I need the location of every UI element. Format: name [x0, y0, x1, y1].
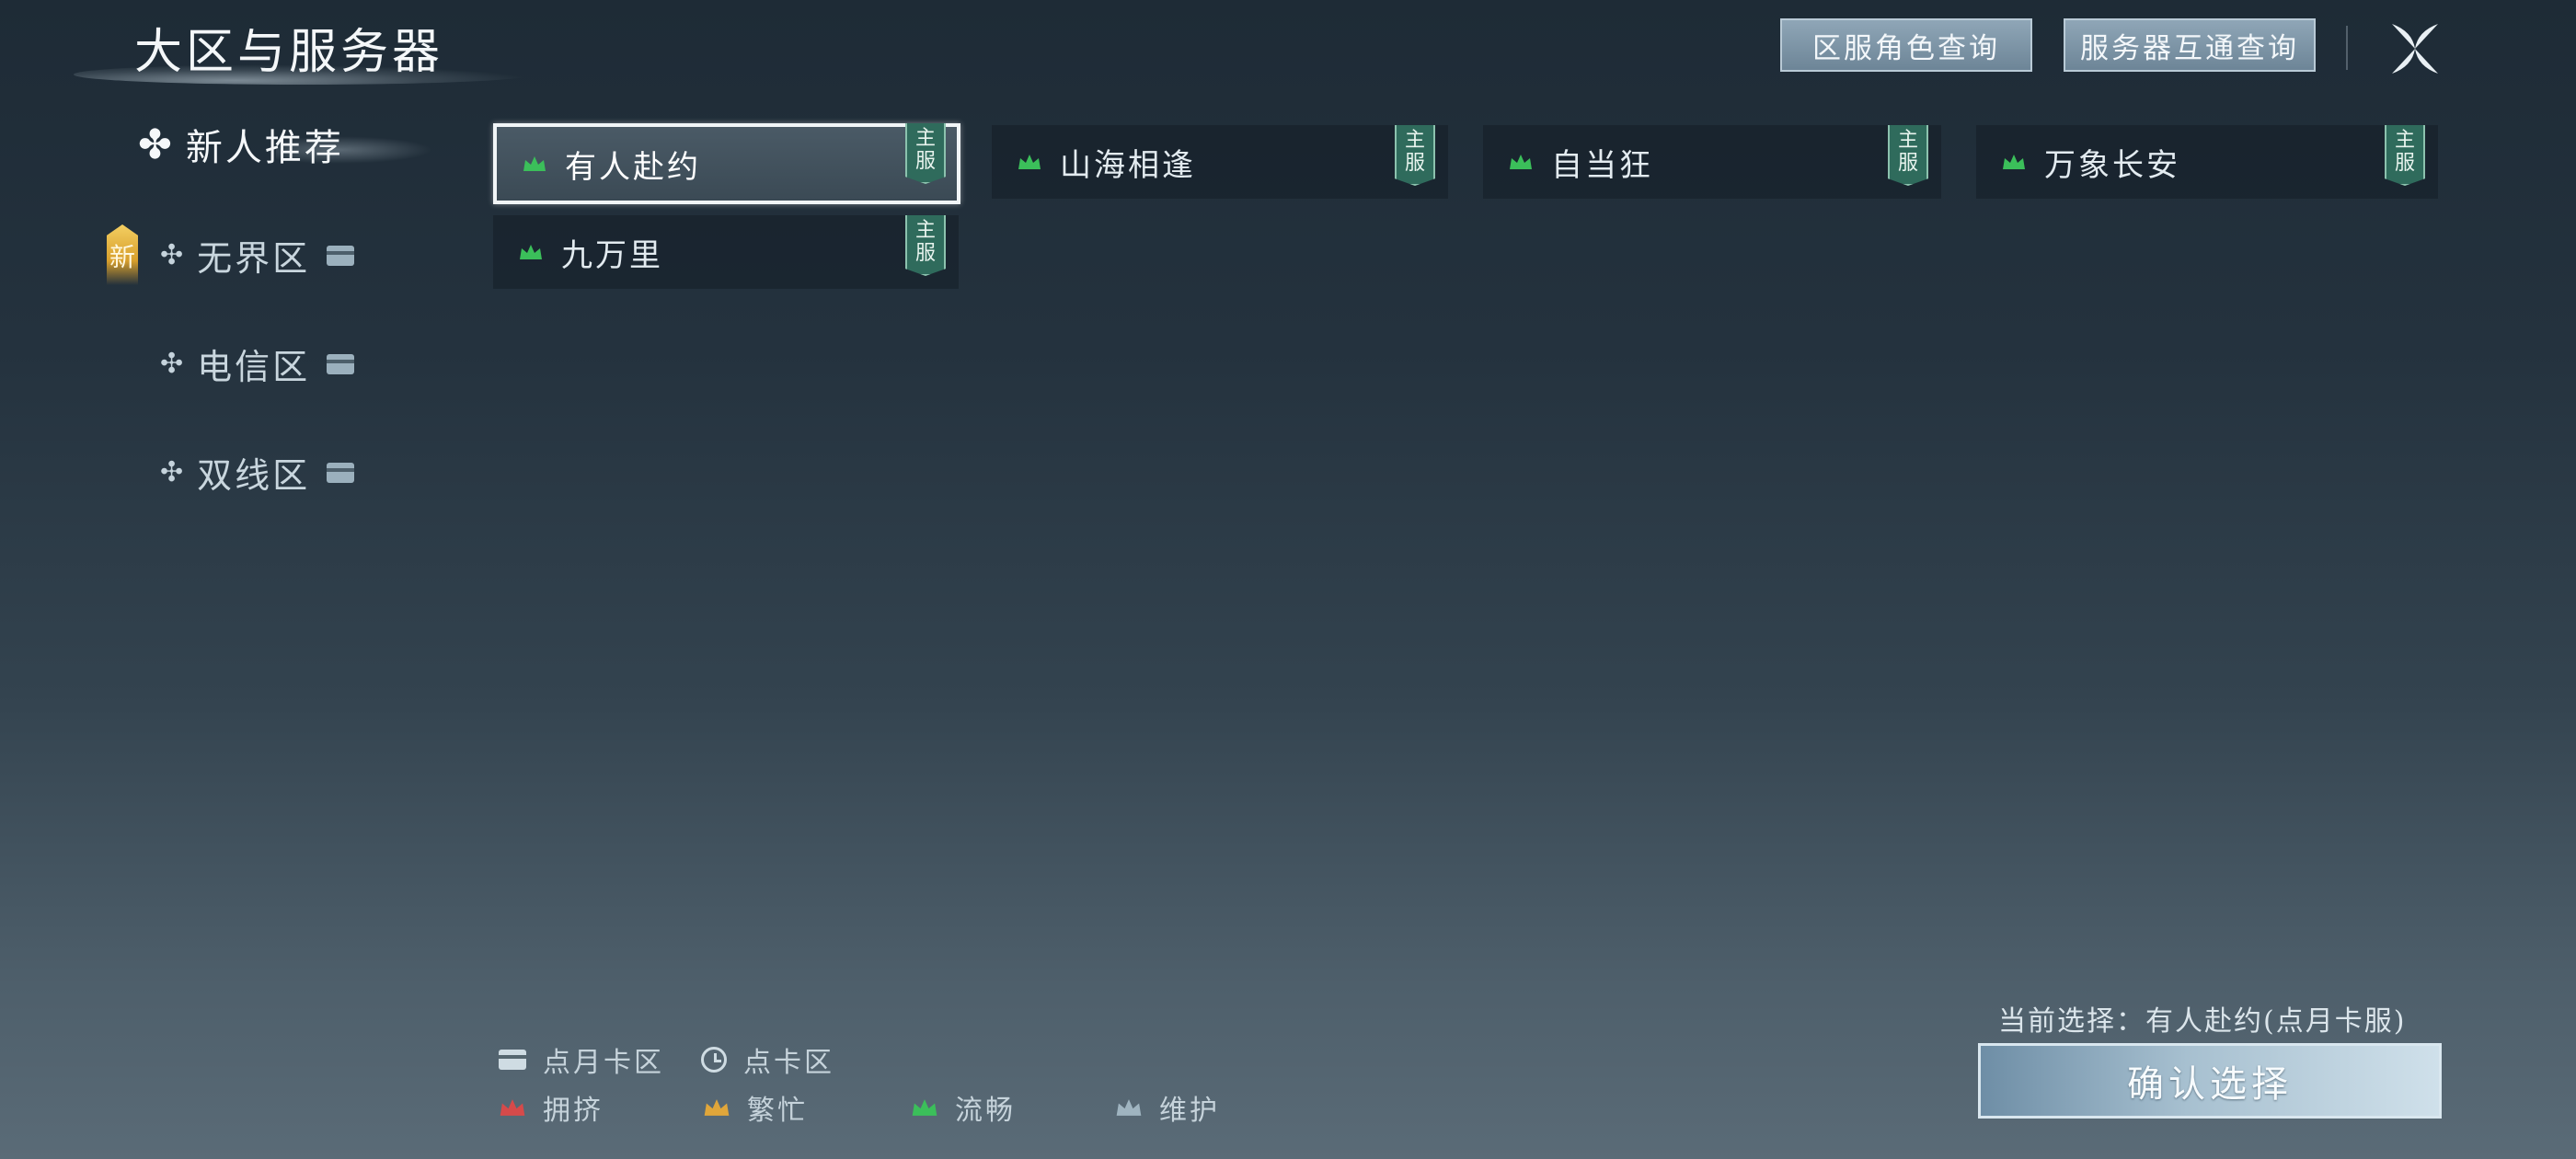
sidebar-item-newbie-recommend[interactable]: ✤ 新人推荐 [138, 118, 344, 171]
sidebar-item-label: 新人推荐 [185, 127, 344, 169]
sidebar-item-wujie[interactable]: ✣ 无界区 [160, 230, 355, 281]
card-icon [327, 462, 355, 483]
server-name: 自当狂 [1551, 146, 1653, 184]
flower-icon: ✣ [160, 348, 187, 380]
sidebar-item-label: 双线区 [197, 455, 311, 496]
status-smooth-icon [911, 1092, 938, 1124]
legend-label: 维护 [1159, 1095, 1220, 1127]
legend-crowded: 拥挤 [499, 1087, 604, 1128]
server-card-4[interactable]: 九万里 主服 [493, 215, 959, 289]
header-divider [2346, 26, 2348, 70]
main-server-tag: 主服 [2385, 125, 2425, 186]
server-card-2[interactable]: 自当狂 主服 [1483, 125, 1941, 199]
clock-icon [701, 1047, 727, 1073]
title-area: 大区与服务器 [64, 0, 543, 87]
legend-smooth: 流畅 [911, 1087, 1016, 1128]
flower-icon: ✣ [160, 239, 187, 271]
legend-monthly-card: 点月卡区 [499, 1039, 664, 1080]
flower-icon: ✤ [138, 120, 175, 168]
new-badge: 新 [107, 224, 138, 285]
confirm-selection-button[interactable]: 确认选择 [1978, 1043, 2442, 1119]
server-name: 九万里 [561, 236, 663, 274]
server-card-0[interactable]: 有人赴约 主服 [493, 123, 960, 204]
main-server-tag: 主服 [1888, 125, 1928, 186]
current-selection-text: 当前选择：有人赴约(点月卡服) [1998, 1005, 2407, 1038]
card-icon [327, 245, 355, 266]
status-smooth-icon [2002, 154, 2026, 170]
server-card-1[interactable]: 山海相逢 主服 [992, 125, 1448, 199]
flower-icon: ✣ [160, 456, 187, 488]
legend-busy: 繁忙 [703, 1087, 808, 1128]
sidebar-item-telecom[interactable]: ✣ 电信区 [160, 339, 355, 389]
card-icon [327, 353, 355, 374]
legend-label: 流畅 [955, 1095, 1016, 1127]
close-icon[interactable] [2385, 18, 2445, 79]
status-busy-icon [703, 1092, 730, 1124]
server-name: 有人赴约 [565, 148, 701, 186]
legend-label: 拥挤 [543, 1095, 604, 1127]
role-query-button[interactable]: 区服角色查询 [1780, 18, 2032, 72]
status-smooth-icon [1509, 154, 1533, 170]
legend-label: 繁忙 [747, 1095, 808, 1127]
status-crowded-icon [499, 1092, 526, 1124]
main-server-tag: 主服 [1395, 125, 1435, 186]
legend-maintenance: 维护 [1115, 1087, 1220, 1128]
server-name: 山海相逢 [1060, 146, 1196, 184]
sidebar-item-label: 无界区 [197, 238, 311, 279]
legend-point-card: 点卡区 [701, 1039, 834, 1080]
server-card-3[interactable]: 万象长安 主服 [1976, 125, 2438, 199]
legend-label: 点月卡区 [543, 1047, 664, 1079]
main-server-tag: 主服 [905, 123, 946, 184]
server-name: 万象长安 [2044, 146, 2180, 184]
status-smooth-icon [1018, 154, 1041, 170]
card-icon [499, 1050, 526, 1070]
legend-label: 点卡区 [743, 1047, 834, 1079]
page-title: 大区与服务器 [134, 25, 444, 80]
sidebar-item-label: 电信区 [197, 347, 311, 387]
status-smooth-icon [523, 155, 546, 172]
status-smooth-icon [519, 244, 543, 260]
server-interop-query-button[interactable]: 服务器互通查询 [2064, 18, 2316, 72]
sidebar-item-dual-line[interactable]: ✣ 双线区 [160, 447, 355, 498]
status-maintenance-icon [1115, 1092, 1143, 1124]
main-server-tag: 主服 [905, 215, 946, 276]
